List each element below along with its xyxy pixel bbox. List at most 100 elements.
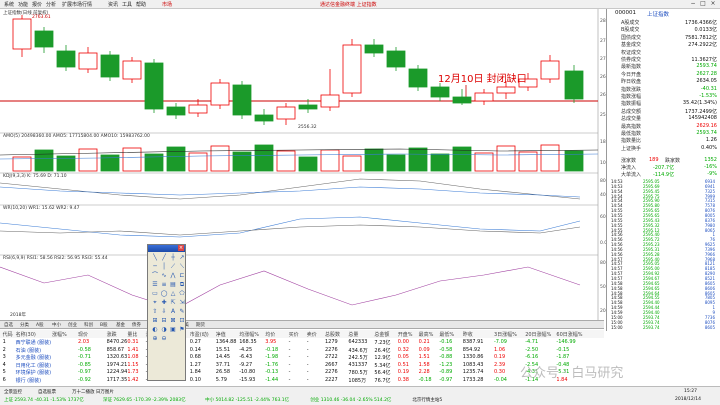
- draw-tool-icon[interactable]: ⇲: [178, 299, 186, 307]
- tab-4[interactable]: 创业: [68, 322, 77, 328]
- draw-tool-icon[interactable]: ⊏: [178, 272, 186, 280]
- draw-tool-icon[interactable]: ◑: [160, 326, 168, 334]
- status-tab[interactable]: 自选股票: [38, 389, 56, 395]
- tab-3[interactable]: 中小: [52, 322, 61, 328]
- draw-tool-icon[interactable]: ✚: [160, 299, 168, 307]
- column-header[interactable]: 代码: [3, 331, 13, 338]
- draw-tool-icon[interactable]: ⚑: [178, 326, 186, 334]
- column-header[interactable]: 均涨幅%: [239, 331, 259, 338]
- sector-table[interactable]: 代码名称(30)涨幅%现价涨跌量比涨速%换手%市盈(动)净值均涨幅%均价买价卖价…: [0, 330, 604, 386]
- tab-5[interactable]: 科创: [84, 322, 93, 328]
- drawing-toolbox[interactable]: × ╲ ╱ ┼ ↗ ─ │ ⟋ ⟍ ⌒ ∿ ⋀ ⊏ ☰ ≡ ▤ ⧉ ▭ ◯ △ ⬠ ⌖ ✚ ⇱ ⇲ ⇧ ⇩ A ✎ ⊞ ⊟ ⊠ ⊡ ◐ ◑ ▣ ⚑ ⊕ ⊖: [147, 244, 186, 381]
- draw-tool-icon[interactable]: ⊡: [178, 317, 186, 325]
- column-header[interactable]: 总量: [348, 331, 358, 338]
- column-header[interactable]: 开盘%: [398, 331, 413, 338]
- draw-tool-icon[interactable]: ╲: [151, 254, 159, 262]
- menu-item-extended-market[interactable]: 扩展市场行情: [62, 1, 92, 8]
- column-header[interactable]: 名称(30): [16, 331, 36, 338]
- chart-area[interactable]: 上证指数(日线 前复权) 2763.61 2556.32 12月10日 封闭缺口…: [0, 9, 614, 331]
- toolbox-close-icon[interactable]: ×: [178, 245, 184, 251]
- tab-2[interactable]: A股: [36, 322, 44, 328]
- draw-tool-icon[interactable]: ⟍: [178, 263, 186, 271]
- stat-value: 0.0133亿: [694, 27, 718, 34]
- draw-tool-icon[interactable]: ⊕: [151, 335, 159, 343]
- draw-tool-icon[interactable]: ┼: [169, 254, 177, 262]
- tab-7[interactable]: 基金: [116, 322, 125, 328]
- draw-tool-icon[interactable]: ⊟: [160, 317, 168, 325]
- draw-tool-icon[interactable]: ╱: [160, 254, 168, 262]
- draw-tool-icon[interactable]: ⧉: [178, 281, 186, 289]
- menu-item-analysis[interactable]: 分析: [46, 1, 56, 8]
- tab-0[interactable]: 自选: [4, 322, 13, 328]
- column-header[interactable]: 市盈(动): [190, 331, 209, 338]
- draw-tool-icon[interactable]: ↗: [178, 254, 186, 262]
- column-header[interactable]: 昨收: [463, 331, 473, 338]
- draw-tool-icon[interactable]: ⌒: [151, 272, 159, 280]
- column-header[interactable]: 60日涨幅%: [556, 331, 582, 338]
- column-header[interactable]: 量比: [127, 331, 137, 338]
- draw-tool-icon[interactable]: ⊖: [160, 335, 168, 343]
- tab-1[interactable]: 分类: [20, 322, 29, 328]
- draw-tool-icon[interactable]: ▤: [169, 281, 177, 289]
- column-header[interactable]: 20日涨幅%: [525, 331, 551, 338]
- candle-body: [232, 84, 252, 116]
- draw-tool-icon[interactable]: ✎: [178, 308, 186, 316]
- draw-tool-icon[interactable]: ∿: [160, 272, 168, 280]
- draw-tool-icon[interactable]: ≡: [160, 281, 168, 289]
- column-header[interactable]: 总金额: [374, 331, 389, 338]
- draw-tool-icon[interactable]: ⟋: [169, 263, 177, 271]
- column-header[interactable]: 买价: [289, 331, 299, 338]
- menu-item-system[interactable]: 系统: [4, 1, 14, 8]
- menu-item-news[interactable]: 资讯: [108, 1, 118, 8]
- menu-item-function[interactable]: 功能: [18, 1, 28, 8]
- column-header[interactable]: 卖价: [307, 331, 317, 338]
- maximize-button[interactable]: □: [698, 0, 708, 8]
- column-header[interactable]: 涨幅%: [52, 331, 67, 338]
- draw-tool-icon[interactable]: ▭: [151, 290, 159, 298]
- close-button[interactable]: ×: [708, 0, 718, 8]
- minimize-button[interactable]: −: [688, 0, 698, 8]
- column-header[interactable]: 总股数: [325, 331, 340, 338]
- menu-item-help[interactable]: 帮助: [136, 1, 146, 8]
- candle-body: [496, 86, 516, 94]
- draw-tool-icon[interactable]: A: [169, 308, 177, 316]
- draw-tool-icon[interactable]: ▣: [169, 326, 177, 334]
- table-cell: 1224.94: [106, 369, 128, 376]
- column-header[interactable]: 3日涨幅%: [494, 331, 517, 338]
- draw-tool-icon[interactable]: ⋀: [169, 272, 177, 280]
- menu-item-quotes[interactable]: 报价: [32, 1, 42, 8]
- chart-canvas[interactable]: [0, 9, 604, 331]
- draw-tool-icon[interactable]: │: [160, 263, 168, 271]
- table-cell: 0.21: [418, 339, 430, 345]
- menu-item-market-active[interactable]: 市场: [162, 1, 172, 8]
- table-cell: 3.95: [265, 339, 277, 345]
- column-header[interactable]: 最低%: [439, 331, 454, 338]
- draw-tool-icon[interactable]: ⇩: [160, 308, 168, 316]
- draw-tool-icon[interactable]: ◯: [160, 290, 168, 298]
- draw-tool-icon[interactable]: △: [169, 290, 177, 298]
- draw-tool-icon[interactable]: ☰: [151, 281, 159, 289]
- column-header[interactable]: 均价: [265, 331, 275, 338]
- table-row[interactable]: 6银行 (服装)-0.921717.351.42-0.11-0.110.105.…: [0, 376, 604, 384]
- status-tab[interactable]: 全景监控: [4, 389, 22, 395]
- draw-tool-icon[interactable]: ⌖: [151, 299, 159, 307]
- column-header[interactable]: 净值: [216, 331, 226, 338]
- toolbox-titlebar[interactable]: ×: [148, 245, 185, 252]
- draw-tool-icon[interactable]: ⊞: [151, 317, 159, 325]
- column-header[interactable]: 涨跌: [107, 331, 117, 338]
- tab-12[interactable]: 期货: [196, 322, 205, 328]
- candle-body: [540, 60, 560, 80]
- draw-tool-icon[interactable]: ─: [151, 263, 159, 271]
- draw-tool-icon[interactable]: ⊠: [169, 317, 177, 325]
- draw-tool-icon[interactable]: ⇱: [169, 299, 177, 307]
- menu-item-tools[interactable]: 工具: [122, 1, 132, 8]
- draw-tool-icon[interactable]: ◐: [151, 326, 159, 334]
- tab-8[interactable]: 债券: [132, 322, 141, 328]
- draw-tool-icon[interactable]: ⬠: [178, 290, 186, 298]
- status-tab[interactable]: 万十二播放 日万图片: [72, 389, 114, 395]
- column-header[interactable]: 现价: [78, 331, 88, 338]
- column-header[interactable]: 最高%: [419, 331, 434, 338]
- gap-annotation: 12月10日 封闭缺口: [438, 74, 527, 85]
- tab-6[interactable]: B股: [100, 322, 108, 328]
- draw-tool-icon[interactable]: ⇧: [151, 308, 159, 316]
